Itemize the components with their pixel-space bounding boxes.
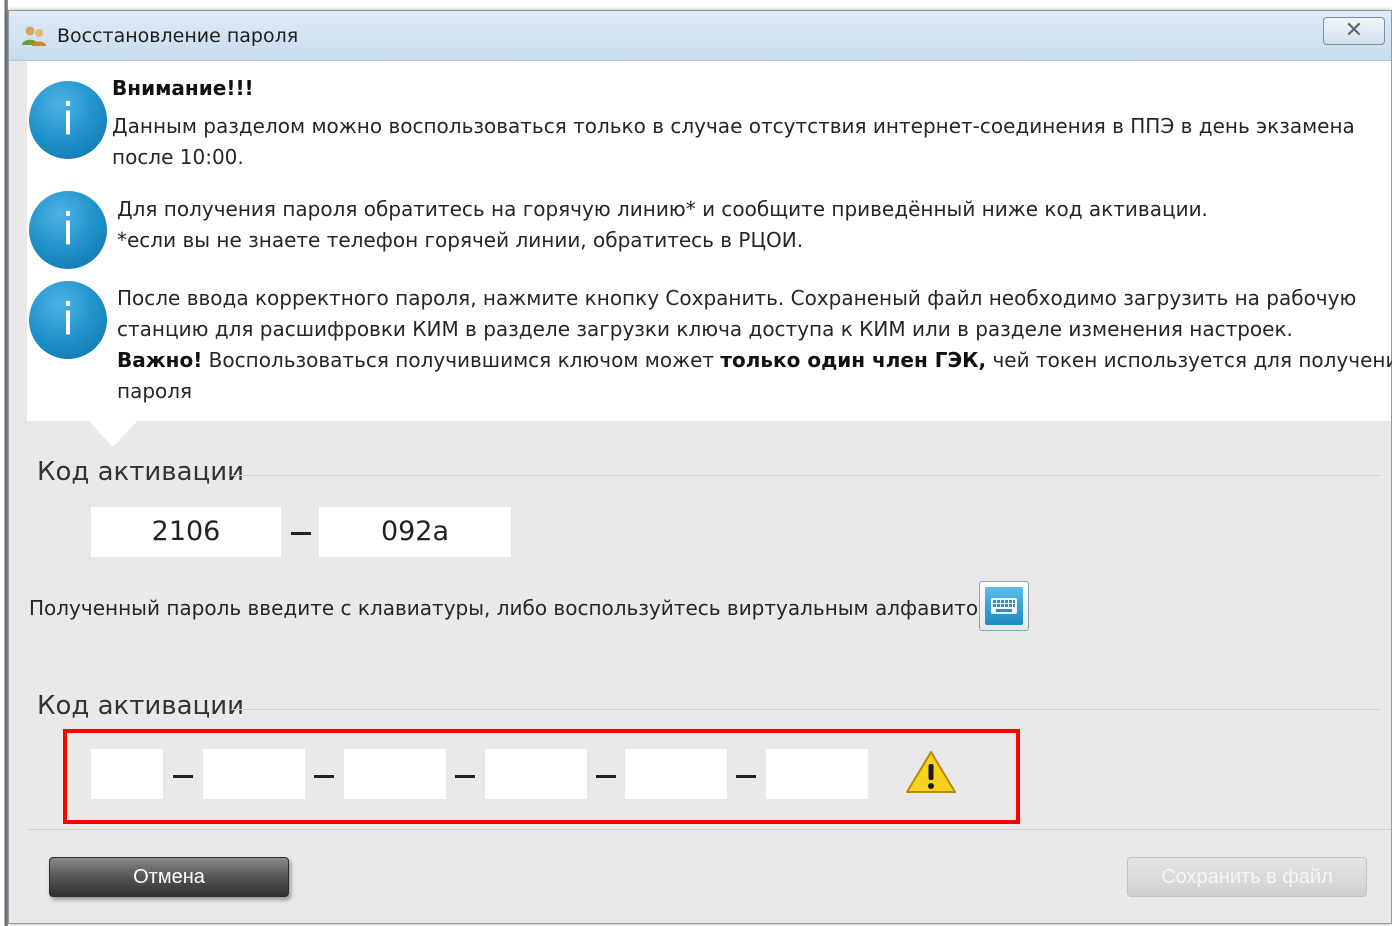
- important-line: Важно! Воспользоваться получившимся ключ…: [117, 345, 1392, 376]
- title-bar: Восстановление пароля ✕: [9, 11, 1391, 61]
- save-line-2: станцию для расшифровки КИМ в разделе за…: [117, 317, 1293, 341]
- info-icon: i: [29, 281, 107, 359]
- users-icon: [22, 26, 46, 46]
- important-text-1: Воспользоваться получившимся ключом може…: [202, 348, 721, 372]
- password-recovery-dialog: Восстановление пароля ✕ i Внимание!!! Да…: [8, 10, 1392, 924]
- password-section-label: Код активации: [37, 691, 245, 721]
- cancel-button[interactable]: Отмена: [49, 857, 289, 897]
- important-line-2: пароля: [117, 379, 193, 403]
- warning-line-1: Данным разделом можно воспользоваться то…: [112, 114, 1355, 138]
- important-bold: только один член ГЭК,: [720, 348, 987, 372]
- footer-divider: [27, 829, 1391, 830]
- info-icon: i: [29, 81, 107, 159]
- keyboard-icon: [985, 587, 1023, 625]
- virtual-keyboard-button[interactable]: [979, 581, 1029, 631]
- save-to-file-button[interactable]: Сохранить в файл: [1127, 857, 1367, 897]
- keyboard-glyph: [991, 598, 1017, 614]
- activation-code-label: Код активации: [37, 457, 245, 487]
- password-hint: Полученный пароль введите с клавиатуры, …: [29, 596, 1000, 620]
- important-text-2: чей токен используется для получения: [986, 348, 1392, 372]
- close-icon: ✕: [1344, 18, 1364, 43]
- section-divider: [231, 709, 1381, 710]
- password-highlight-frame: [63, 729, 1020, 824]
- warning-line-2: после 10:00.: [112, 145, 244, 169]
- info-icon: i: [29, 191, 107, 269]
- section-divider: [231, 475, 1381, 476]
- save-line-1: После ввода корректного пароля, нажмите …: [117, 286, 1357, 310]
- activation-code-part-1: 2106: [91, 507, 281, 557]
- code-separator: [291, 532, 311, 535]
- window-title: Восстановление пароля: [57, 25, 299, 47]
- close-button[interactable]: ✕: [1323, 17, 1385, 45]
- important-label: Важно!: [117, 348, 203, 372]
- info-panel: i Внимание!!! Данным разделом можно восп…: [27, 61, 1392, 421]
- hotline-line-2: *если вы не знаете телефон горячей линии…: [117, 228, 804, 252]
- left-edge: [0, 0, 8, 926]
- hotline-line-1: Для получения пароля обратитесь на горяч…: [117, 197, 1208, 221]
- warning-heading: Внимание!!!: [112, 76, 254, 100]
- info-pointer: [87, 419, 139, 447]
- activation-code-part-2: 092a: [319, 507, 511, 557]
